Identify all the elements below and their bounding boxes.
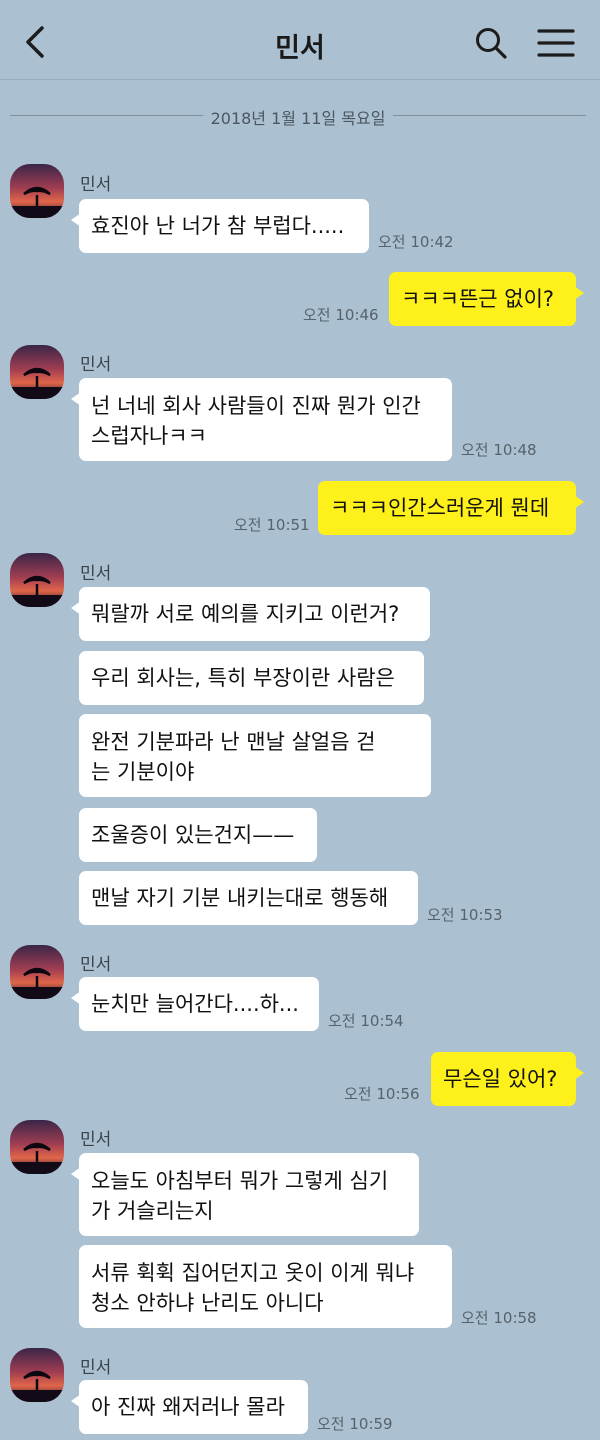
message-bubble[interactable]: 서류 휙휙 집어던지고 옷이 이게 뭐냐 청소 안하냐 난리도 아니다 bbox=[79, 1245, 452, 1328]
menu-button[interactable] bbox=[536, 24, 576, 62]
avatar[interactable] bbox=[10, 345, 64, 399]
message-text: 무슨일 있어? bbox=[443, 1067, 558, 1091]
message-time: 오전 10:59 bbox=[317, 1415, 393, 1433]
message-text: ㅋㅋㅋ인간스러운게 뭔데 bbox=[330, 496, 550, 520]
message-time: 오전 10:48 bbox=[461, 441, 537, 459]
profile-photo-icon bbox=[10, 1348, 64, 1402]
message-text-line: 오늘도 아침부터 뭐가 그렇게 심기 bbox=[91, 1169, 389, 1193]
message-text-line: 청소 안하냐 난리도 아니다 bbox=[91, 1291, 324, 1315]
message-time: 오전 10:51 bbox=[234, 516, 310, 534]
sender-name: 민서 bbox=[80, 955, 112, 975]
date-separator: 2018년 1월 11일 목요일 bbox=[10, 103, 586, 128]
my-message-bubble[interactable]: 무슨일 있어? bbox=[431, 1052, 584, 1106]
message-bubble[interactable]: 맨날 자기 기분 내키는대로 행동해 bbox=[79, 871, 418, 925]
message-time: 오전 10:42 bbox=[378, 233, 454, 251]
chevron-left-icon bbox=[26, 26, 44, 58]
message-text-line: 스럽자나ㅋㅋ bbox=[91, 424, 207, 448]
message-text: 조울증이 있는건지—— bbox=[91, 823, 295, 847]
back-button[interactable] bbox=[18, 22, 54, 62]
message-bubble[interactable]: 완전 기분파라 난 맨날 살얼음 걷 는 기분이야 bbox=[79, 714, 431, 797]
profile-photo-icon bbox=[10, 1120, 64, 1174]
date-label: 2018년 1월 11일 목요일 bbox=[210, 109, 386, 128]
message-text: 뭐랄까 서로 예의를 지키고 이런거? bbox=[91, 602, 400, 626]
message-bubble[interactable]: 눈치만 늘어간다....하... bbox=[71, 977, 319, 1031]
message-text: 눈치만 늘어간다....하... bbox=[91, 992, 299, 1016]
message-text-line: 는 기분이야 bbox=[91, 760, 195, 784]
profile-photo-icon bbox=[10, 945, 64, 999]
message-time: 오전 10:54 bbox=[328, 1012, 404, 1030]
message-bubble[interactable]: 아 진짜 왜저러나 몰라 bbox=[71, 1380, 308, 1434]
avatar[interactable] bbox=[10, 1120, 64, 1174]
message-time: 오전 10:56 bbox=[344, 1085, 420, 1103]
hamburger-menu-icon bbox=[537, 29, 575, 57]
avatar[interactable] bbox=[10, 1348, 64, 1402]
avatar[interactable] bbox=[10, 945, 64, 999]
message-bubble[interactable]: 뭐랄까 서로 예의를 지키고 이런거? bbox=[71, 587, 430, 641]
search-button[interactable] bbox=[472, 24, 510, 62]
sender-name: 민서 bbox=[80, 1130, 112, 1150]
message-time: 오전 10:58 bbox=[461, 1309, 537, 1327]
sender-name: 민서 bbox=[80, 355, 112, 375]
my-message-bubble[interactable]: ㅋㅋㅋ인간스러운게 뭔데 bbox=[318, 481, 584, 535]
message-text: 효진아 난 너가 참 부럽다..... bbox=[91, 214, 345, 238]
message-bubble[interactable]: 넌 너네 회사 사람들이 진짜 뭔가 인간 스럽자나ㅋㅋ bbox=[71, 378, 452, 461]
chat-title: 민서 bbox=[275, 33, 325, 64]
profile-photo-icon bbox=[10, 345, 64, 399]
avatar[interactable] bbox=[10, 553, 64, 607]
message-text-line: 가 거슬리는지 bbox=[91, 1199, 214, 1223]
message-bubble[interactable]: 우리 회사는, 특히 부장이란 사람은 bbox=[79, 651, 424, 705]
message-text: ㅋㅋㅋ뜬근 없이? bbox=[401, 287, 555, 311]
message-text-line: 완전 기분파라 난 맨날 살얼음 걷 bbox=[91, 730, 376, 754]
message-text: 우리 회사는, 특히 부장이란 사람은 bbox=[91, 666, 395, 690]
my-message-bubble[interactable]: ㅋㅋㅋ뜬근 없이? bbox=[389, 272, 584, 326]
divider bbox=[393, 115, 586, 116]
sender-name: 민서 bbox=[80, 1358, 112, 1378]
sender-name: 민서 bbox=[80, 564, 112, 584]
message-bubble[interactable]: 오늘도 아침부터 뭐가 그렇게 심기 가 거슬리는지 bbox=[71, 1153, 419, 1236]
message-text: 맨날 자기 기분 내키는대로 행동해 bbox=[91, 886, 389, 910]
message-text-line: 넌 너네 회사 사람들이 진짜 뭔가 인간 bbox=[91, 394, 421, 418]
message-time: 오전 10:53 bbox=[427, 906, 503, 924]
chat-header: 민서 bbox=[0, 0, 600, 80]
profile-photo-icon bbox=[10, 164, 64, 218]
avatar[interactable] bbox=[10, 164, 64, 218]
profile-photo-icon bbox=[10, 553, 64, 607]
message-bubble[interactable]: 조울증이 있는건지—— bbox=[79, 808, 317, 862]
message-time: 오전 10:46 bbox=[303, 306, 379, 324]
search-icon bbox=[476, 28, 507, 59]
message-text: 아 진짜 왜저러나 몰라 bbox=[91, 1395, 285, 1419]
message-bubble[interactable]: 효진아 난 너가 참 부럽다..... bbox=[71, 199, 369, 253]
message-text-line: 서류 휙휙 집어던지고 옷이 이게 뭐냐 bbox=[91, 1261, 415, 1285]
sender-name: 민서 bbox=[80, 175, 112, 195]
